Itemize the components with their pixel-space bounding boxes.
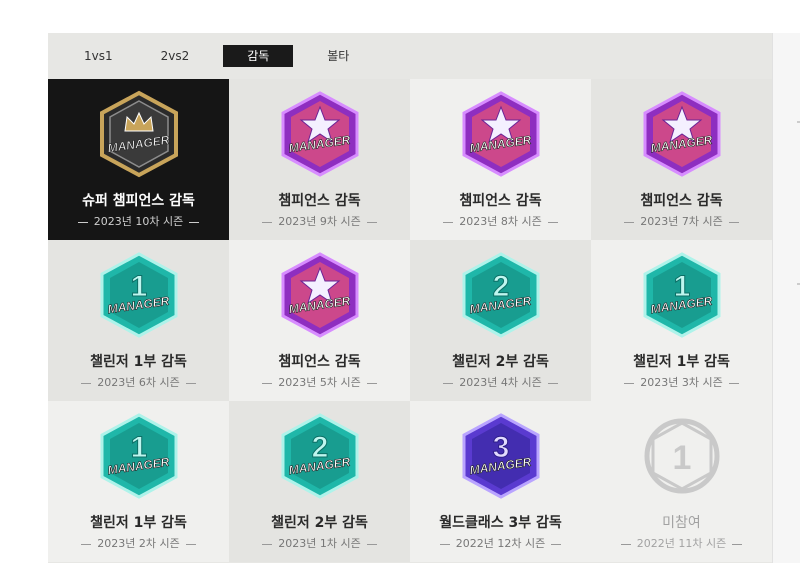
challenger-badge-icon: 1 MANAGER [637, 250, 727, 340]
season-label: 2023년 8차 시즌 [410, 213, 591, 229]
not-participated-badge-icon: 1 [637, 411, 727, 501]
season-card: 2 MANAGER 챌린저 2부 감독 2023년 1차 시즌 [229, 401, 410, 562]
tab-1vs1[interactable]: 1vs1 [70, 45, 127, 67]
champions-badge-icon: MANAGER [637, 89, 727, 179]
tab-manager[interactable]: 감독 [223, 45, 294, 67]
rank-title: 슈퍼 챔피언스 감독 [82, 193, 195, 209]
rank-title: 챔피언스 감독 [278, 193, 361, 209]
season-label: 2022년 12차 시즌 [410, 535, 591, 551]
season-card: 2 MANAGER 챌린저 2부 감독 2023년 4차 시즌 [410, 240, 591, 401]
season-card: 1 MANAGER 챌린저 1부 감독 2023년 3차 시즌 [591, 240, 772, 401]
champions-badge-icon: MANAGER [275, 250, 365, 340]
season-grid: MANAGER 슈퍼 챔피언스 감독 2023년 10차 시즌 MANAGER … [48, 79, 772, 563]
season-label: 2022년 11차 시즌 [591, 535, 772, 551]
rank-title: 월드클래스 3부 감독 [439, 515, 562, 531]
rank-title: 챌린저 1부 감독 [90, 354, 187, 370]
season-label: 2023년 1차 시즌 [229, 535, 410, 551]
season-label: 2023년 5차 시즌 [229, 374, 410, 390]
super-champions-badge-icon: MANAGER [94, 89, 184, 179]
rank-title: 미참여 [662, 515, 701, 531]
world-class-badge-icon: 3 MANAGER [456, 411, 546, 501]
season-card: MANAGER 챔피언스 감독 2023년 5차 시즌 [229, 240, 410, 401]
season-label: 2023년 6차 시즌 [48, 374, 229, 390]
rank-title: 챌린저 2부 감독 [271, 515, 368, 531]
challenger-badge-icon: 1 MANAGER [94, 411, 184, 501]
rank-title: 챌린저 2부 감독 [452, 354, 549, 370]
champions-badge-icon: MANAGER [275, 89, 365, 179]
season-label: 2023년 2차 시즌 [48, 535, 229, 551]
rank-title: 챔피언스 감독 [640, 193, 723, 209]
season-card: MANAGER 슈퍼 챔피언스 감독 2023년 10차 시즌 [48, 79, 229, 240]
mode-tabs: 1vs1 2vs2 감독 볼타 [48, 33, 772, 79]
season-label: 2023년 4차 시즌 [410, 374, 591, 390]
season-label: 2023년 7차 시즌 [591, 213, 772, 229]
season-card: MANAGER 챔피언스 감독 2023년 7차 시즌 [591, 79, 772, 240]
season-label: 2023년 3차 시즌 [591, 374, 772, 390]
season-card: MANAGER 챔피언스 감독 2023년 9차 시즌 [229, 79, 410, 240]
tab-2vs2[interactable]: 2vs2 [147, 45, 204, 67]
season-card: 1 MANAGER 챌린저 1부 감독 2023년 2차 시즌 [48, 401, 229, 562]
svg-text:1: 1 [672, 439, 691, 477]
season-label: 2023년 9차 시즌 [229, 213, 410, 229]
rank-title: 챔피언스 감독 [459, 193, 542, 209]
season-card: 1 MANAGER 챌린저 1부 감독 2023년 6차 시즌 [48, 240, 229, 401]
challenger-badge-icon: 2 MANAGER [456, 250, 546, 340]
manager-rank-panel: 1vs1 2vs2 감독 볼타 MANAGER 슈퍼 챔피언스 감독 2023년… [48, 33, 772, 563]
season-label: 2023년 10차 시즌 [48, 213, 229, 229]
challenger-badge-icon: 1 MANAGER [94, 250, 184, 340]
rank-title: 챌린저 1부 감독 [633, 354, 730, 370]
rank-title: 챌린저 1부 감독 [90, 515, 187, 531]
season-card: 3 MANAGER 월드클래스 3부 감독 2022년 12차 시즌 [410, 401, 591, 562]
tab-volta[interactable]: 볼타 [313, 45, 363, 67]
side-panel-edge [772, 33, 800, 563]
season-card: 1 미참여 2022년 11차 시즌 [591, 401, 772, 562]
rank-title: 챔피언스 감독 [278, 354, 361, 370]
champions-badge-icon: MANAGER [456, 89, 546, 179]
challenger-badge-icon: 2 MANAGER [275, 411, 365, 501]
season-card: MANAGER 챔피언스 감독 2023년 8차 시즌 [410, 79, 591, 240]
